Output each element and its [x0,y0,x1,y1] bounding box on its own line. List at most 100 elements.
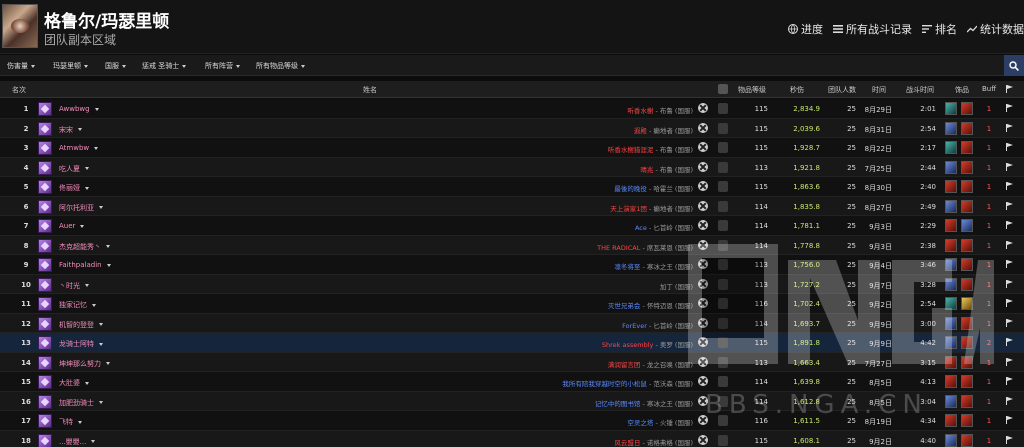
trinket-1-icon[interactable] [945,199,957,213]
guild-realm[interactable]: 听香水榭猎涯泥 - 布鲁 (国服) [608,144,693,154]
player-name[interactable]: 吃人夏 [59,164,89,174]
guild-name[interactable]: 记忆中的图书馆 [595,400,641,408]
dps-value[interactable]: 1,891.8 [770,339,820,347]
flag-icon[interactable] [1006,162,1013,171]
chevron-down-icon[interactable] [85,381,89,385]
guild-realm[interactable]: 遐殿 - 癫地者 (国服) [634,125,693,135]
trinket-1-icon[interactable] [945,102,957,115]
table-row[interactable]: 6 阿尔托利亚 天上演家1团 - 癫地者 (国服) 114 1,835.8 25 8月27日… [0,196,1024,216]
trinket-2-icon[interactable] [961,375,973,388]
guild-name[interactable]: THE RADICAL [597,244,640,252]
table-row[interactable]: 7 Auer Ace - 匕首岭 (国服) 114 1,781.1 25 9月3日 2:29 1 [0,216,1024,236]
guild-realm[interactable]: 凛冬将至 - 寒冰之王 (国服) [614,261,693,271]
player-name[interactable]: 杰克超能秀丶 [59,242,110,252]
buff-count[interactable]: 1 [982,144,996,152]
col-name[interactable]: 姓名 [350,85,390,95]
trinket-2-icon[interactable] [961,258,973,271]
nav-rankings[interactable]: 排名 [922,21,957,37]
buff-count[interactable]: 1 [982,222,996,230]
player-name[interactable]: 坤坤那么努力 [59,359,110,369]
filter-spec[interactable]: 惩戒 圣骑士 [142,61,187,71]
flag-icon[interactable] [1006,104,1013,112]
trinket-2-icon[interactable] [961,414,973,427]
guild-name[interactable]: 空灵之塔 [627,419,653,427]
chevron-down-icon[interactable] [106,263,111,267]
flag-icon[interactable] [1006,182,1013,190]
chevron-down-icon[interactable] [80,224,85,228]
dps-value[interactable]: 1,835.8 [770,203,820,211]
table-row[interactable]: 11 独家记忆 灭世兄弟会 - 怀特迈恩 (国服) 116 1,702.4 25 9月2日 2… [0,294,1024,314]
trinket-2-icon[interactable] [961,160,973,174]
trinket-1-icon[interactable] [945,414,957,427]
guild-realm[interactable]: 空灵之塔 - 火锤 (国服) [627,417,693,427]
guild-realm[interactable]: Ace - 匕首岭 (国服) [635,222,693,232]
guild-name[interactable]: 听香水榭 [627,107,653,115]
guild-realm[interactable]: 满润留言团 - 龙之召唤 (国服) [608,359,693,369]
guild-name[interactable]: 满润留言团 [608,361,641,369]
trinket-2-icon[interactable] [961,277,973,291]
table-row[interactable]: 10 丶时光 加丁 (国服) 113 1,727.2 25 9月7日 3:28 1 [0,274,1024,294]
log-link-icon[interactable] [698,317,708,328]
nav-statistics[interactable]: 统计数据 [967,21,1024,37]
player-name[interactable]: Faithpaladin [59,261,111,269]
player-name[interactable]: 独家记忆 [59,300,96,310]
buff-count[interactable]: 1 [982,398,996,406]
table-row[interactable]: 2 宋宋 遐殿 - 癫地者 (国服) 115 2,039.6 25 8月31日 2:54 1 [0,118,1024,138]
player-name[interactable]: 机智的登登 [59,320,103,330]
flag-icon[interactable] [1006,240,1013,249]
trinket-1-icon[interactable] [945,355,957,369]
flag-icon[interactable] [1006,299,1013,307]
guild-name[interactable]: Ace [635,224,647,232]
chevron-down-icon[interactable] [92,303,96,307]
guild-name[interactable]: 凛冬将至 [614,263,640,271]
guild-realm[interactable]: 灭世兄弟会 - 怀特迈恩 (国服) [608,300,693,310]
guild-realm[interactable]: 加丁 (国服) [660,281,693,291]
player-name[interactable]: 丶时光 [59,281,89,291]
filter-item-level[interactable]: 所有物品等级 [256,61,305,71]
dps-value[interactable]: 1,921.8 [770,164,820,172]
trinket-1-icon[interactable] [945,238,957,252]
trinket-1-icon[interactable] [945,277,957,291]
nav-progress[interactable]: 进度 [788,21,823,37]
flag-icon[interactable] [1006,338,1013,346]
buff-count[interactable]: 2 [982,339,996,347]
trinket-1-icon[interactable] [945,336,957,349]
search-button[interactable] [1004,55,1024,76]
table-row[interactable]: 8 杰克超能秀丶 THE RADICAL - 席瓦莱恩 (国服) 114 1,778.8… [0,235,1024,255]
log-link-icon[interactable] [698,298,708,308]
chevron-down-icon[interactable] [91,440,96,443]
dps-value[interactable]: 1,781.1 [770,222,820,230]
flag-icon[interactable] [1006,123,1013,132]
trinket-2-icon[interactable] [961,121,973,135]
trinket-2-icon[interactable] [961,394,973,408]
player-name[interactable]: 大肚婆 [59,378,89,388]
table-row[interactable]: 3 Atmwbw 听香水榭猎涯泥 - 布鲁 (国服) 115 1,928.7 25 8月22… [0,138,1024,158]
buff-count[interactable]: 1 [982,281,996,289]
flag-icon[interactable] [1006,377,1013,385]
trinket-2-icon[interactable] [961,180,973,193]
chevron-down-icon[interactable] [99,323,103,326]
player-name[interactable]: 飞特 [59,417,82,427]
player-name[interactable]: 加肥劲骑士 [59,398,103,408]
trinket-1-icon[interactable] [945,433,957,447]
log-link-icon[interactable] [698,181,708,191]
buff-count[interactable]: 1 [982,105,996,113]
trinket-1-icon[interactable] [945,219,957,232]
dps-value[interactable]: 1,693.7 [770,320,820,328]
log-link-icon[interactable] [698,239,708,250]
log-link-icon[interactable] [698,337,708,347]
guild-realm[interactable]: 听香水榭 - 布鲁 (国服) [627,105,693,115]
chevron-down-icon[interactable] [78,420,82,424]
table-row[interactable]: 5 佟丽娅 最後的晚役 - 哈霍兰 (国服) 115 1,863.6 25 8月30日 2:4… [0,177,1024,197]
flag-icon[interactable] [1006,318,1013,327]
trinket-2-icon[interactable] [961,102,973,115]
buff-count[interactable]: 1 [982,203,996,211]
trinket-1-icon[interactable] [945,121,957,135]
dps-value[interactable]: 1,756.0 [770,261,820,269]
player-name[interactable]: Auer [59,222,85,230]
dps-value[interactable]: 2,039.6 [770,125,820,133]
trinket-1-icon[interactable] [945,297,957,310]
dps-value[interactable]: 1,608.1 [770,437,820,445]
filter-faction[interactable]: 所有阵营 [205,61,240,71]
guild-realm[interactable]: 风云盟日 - 诺格弗格 (国服) [614,437,693,447]
